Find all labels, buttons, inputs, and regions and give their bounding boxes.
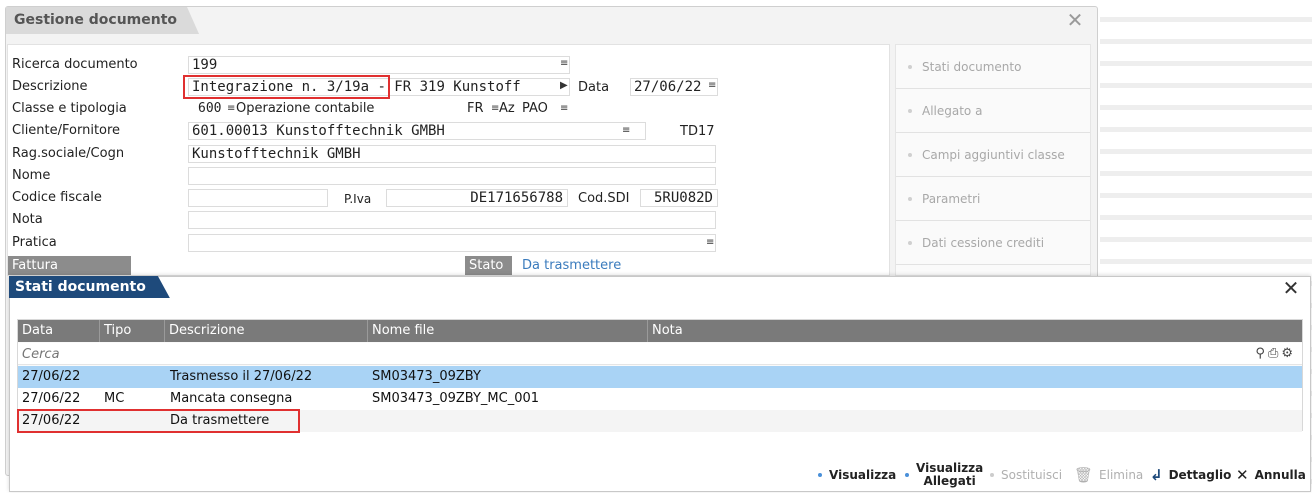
- grid-header: Data Tipo Descrizione Nome file Nota: [18, 320, 1302, 342]
- cell-descrizione: Trasmesso il 27/06/22: [170, 369, 313, 384]
- cliente-menu-icon[interactable]: ≡: [622, 125, 630, 136]
- classe-code[interactable]: 600: [198, 100, 221, 118]
- label-classe-tipologia: Classe e tipologia: [12, 101, 127, 116]
- label-nome: Nome: [12, 168, 51, 183]
- search-icon[interactable]: ⚲: [1255, 346, 1268, 361]
- window-close-icon[interactable]: ✕: [1064, 10, 1086, 32]
- pratica-field[interactable]: [188, 234, 716, 252]
- visualizza-allegati-button[interactable]: Visualizza Allegati: [905, 462, 983, 488]
- label-stato: Stato: [465, 256, 512, 275]
- elimina-button[interactable]: 🗑 Elimina: [1074, 462, 1143, 488]
- cell-tipo: MC: [104, 391, 125, 406]
- pratica-menu-icon[interactable]: ≡: [706, 237, 714, 248]
- window-title: Gestione documento: [6, 7, 199, 34]
- side-menu: Stati documento Allegato a Campi aggiunt…: [895, 44, 1091, 276]
- dettaglio-button[interactable]: ↲ Dettaglio: [1150, 462, 1231, 488]
- column-nota[interactable]: Nota: [648, 320, 1302, 342]
- codice-fiscale-field[interactable]: [188, 189, 328, 207]
- cell-data: 27/06/22: [22, 391, 81, 406]
- data-menu-icon[interactable]: ≡: [708, 80, 716, 91]
- sostituisci-button[interactable]: Sostituisci: [990, 462, 1062, 488]
- label-descrizione: Descrizione: [12, 79, 88, 94]
- descrizione-highlight-box: [183, 75, 390, 99]
- gear-icon[interactable]: ⚙: [1281, 346, 1296, 361]
- annulla-button[interactable]: ✕ Annulla: [1236, 462, 1306, 488]
- label-ragione-sociale: Rag.sociale/Cogn: [12, 146, 125, 161]
- print-icon[interactable]: ⎙: [1268, 346, 1281, 361]
- tipo-fr[interactable]: FR: [467, 100, 484, 118]
- cod-sdi-field[interactable]: 5RU082D: [640, 189, 718, 207]
- tipo-az[interactable]: Az: [499, 100, 515, 118]
- dialog-close-icon[interactable]: ✕: [1280, 278, 1302, 300]
- label-cod-sdi: Cod.SDI: [578, 191, 630, 206]
- row-highlight-box: [17, 409, 300, 433]
- classe-descrizione: Operazione contabile: [236, 101, 375, 116]
- ricerca-documento-field[interactable]: 199: [188, 56, 570, 74]
- cell-data: 27/06/22: [22, 369, 81, 384]
- tipo-pao-menu-icon[interactable]: ≡: [560, 103, 568, 114]
- ragione-sociale-field[interactable]: Kunstofftechnik GMBH: [188, 145, 716, 163]
- table-row[interactable]: 27/06/22 Trasmesso il 27/06/22 SM03473_0…: [18, 366, 1302, 388]
- side-menu-allegato[interactable]: Allegato a: [896, 89, 1090, 133]
- visualizza-button[interactable]: Visualizza: [818, 462, 896, 488]
- nota-field[interactable]: [188, 211, 716, 229]
- trash-icon: 🗑: [1074, 465, 1094, 484]
- column-descrizione[interactable]: Descrizione: [165, 320, 368, 342]
- descrizione-arrow-icon: ▶: [560, 80, 568, 91]
- grid-tools: ⚲⎙⚙: [1255, 346, 1296, 361]
- label-fattura: Fattura: [8, 256, 131, 275]
- label-ricerca-documento: Ricerca documento: [12, 57, 138, 72]
- label-cliente-fornitore: Cliente/Fornitore: [12, 123, 121, 138]
- side-menu-stati-documento[interactable]: Stati documento: [896, 45, 1090, 89]
- column-nome-file[interactable]: Nome file: [368, 320, 648, 342]
- piva-field[interactable]: DE171656788: [386, 189, 568, 207]
- bullet-icon: [990, 473, 994, 477]
- label-nota: Nota: [12, 212, 43, 227]
- close-icon: ✕: [1236, 465, 1249, 484]
- cliente-fornitore-field[interactable]: 601.00013 Kunstofftechnik GMBH: [188, 122, 646, 140]
- cell-nome-file: SM03473_09ZBY_MC_001: [372, 391, 540, 406]
- side-menu-parametri[interactable]: Parametri: [896, 177, 1090, 221]
- label-pratica: Pratica: [12, 235, 57, 250]
- side-menu-campi-aggiuntivi[interactable]: Campi aggiuntivi classe: [896, 133, 1090, 177]
- bullet-icon: [905, 473, 909, 477]
- side-menu-dati-cessione[interactable]: Dati cessione crediti: [896, 221, 1090, 265]
- grid-search-row: ⚲⎙⚙: [18, 343, 1302, 365]
- classe-menu-icon[interactable]: ≡: [227, 103, 235, 114]
- grid-search-input[interactable]: [22, 345, 922, 363]
- dialog-title: Stati documento: [9, 276, 170, 298]
- data-field[interactable]: 27/06/22: [630, 78, 718, 96]
- table-row[interactable]: 27/06/22 MC Mancata consegna SM03473_09Z…: [18, 388, 1302, 410]
- stato-value: Da trasmettere: [522, 258, 622, 273]
- label-data: Data: [578, 80, 610, 95]
- column-tipo[interactable]: Tipo: [100, 320, 165, 342]
- label-piva: P.Iva: [344, 192, 372, 206]
- cell-nome-file: SM03473_09ZBY: [372, 369, 481, 384]
- label-codice-fiscale: Codice fiscale: [12, 190, 102, 205]
- tipo-pao[interactable]: PAO: [522, 100, 548, 118]
- td-code: TD17: [680, 124, 715, 139]
- cell-descrizione: Mancata consegna: [170, 391, 293, 406]
- bullet-icon: [818, 473, 822, 477]
- column-data[interactable]: Data: [18, 320, 100, 342]
- ricerca-menu-icon[interactable]: ≡: [560, 58, 568, 69]
- return-arrow-icon: ↲: [1150, 465, 1163, 484]
- nome-field[interactable]: [188, 167, 716, 185]
